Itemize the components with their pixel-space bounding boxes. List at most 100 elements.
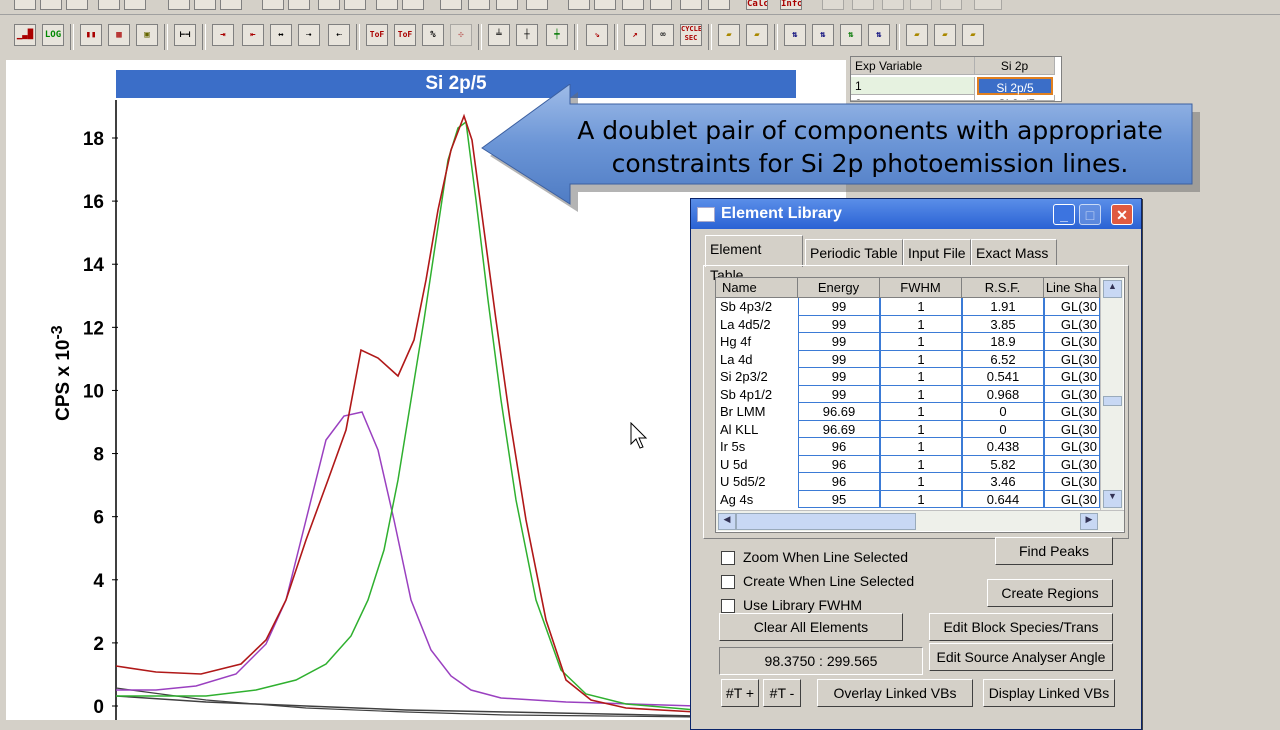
bars-icon[interactable]: ▮▮ [80, 24, 102, 46]
toolbar-icon[interactable] [568, 0, 590, 10]
grid-cell[interactable]: 0.438 [962, 438, 1044, 456]
checkbox-box[interactable] [721, 551, 735, 566]
scroll-thumb[interactable] [1103, 396, 1122, 406]
grid-cell[interactable]: GL(30 [1044, 298, 1100, 316]
dialog-titlebar[interactable]: Element Library _ □ ✕ [691, 199, 1141, 229]
grid-cell-name[interactable]: Br LMM [716, 403, 798, 421]
grid-cell[interactable]: GL(30 [1044, 473, 1100, 491]
grid-cell[interactable]: 99 [798, 385, 880, 403]
info-button[interactable]: Info [780, 0, 802, 10]
arrow-icon[interactable]: ⇘ [586, 24, 608, 46]
tof-cesa-button[interactable]: ToF [366, 24, 388, 46]
folder-save-icon[interactable]: ▰ [746, 24, 768, 46]
move-right-icon[interactable]: ⇢ [298, 24, 320, 46]
mark-icon[interactable]: ┼ [516, 24, 538, 46]
toolbar-icon[interactable]: ✣ [450, 24, 472, 46]
zoom-when-selected-checkbox[interactable]: Zoom When Line Selected [721, 547, 908, 567]
toolbar-icon[interactable] [402, 0, 424, 10]
tab-element-table[interactable]: Element Table [705, 235, 803, 283]
grid-cell[interactable]: 95 [798, 490, 880, 508]
grid-cell[interactable]: 1 [880, 420, 962, 438]
marker-icon[interactable]: ┿ [546, 24, 568, 46]
grid-cell[interactable]: 0 [962, 420, 1044, 438]
shift-right-icon[interactable]: ⇥ [212, 24, 234, 46]
maximize-icon[interactable]: □ [1079, 204, 1101, 225]
grid-cell[interactable]: 96 [798, 473, 880, 491]
grid-cell[interactable]: 1 [880, 438, 962, 456]
calc-button[interactable]: Calc [746, 0, 768, 10]
folder-icon[interactable]: ▰ [906, 24, 928, 46]
element-grid[interactable]: Name Energy FWHM R.S.F. Line Sha Sb 4p3/… [715, 277, 1125, 533]
col-header-rsf[interactable]: R.S.F. [962, 278, 1044, 298]
toolbar-icon[interactable] [124, 0, 146, 10]
toolbar-icon[interactable] [220, 0, 242, 10]
grid-cell[interactable]: 3.85 [962, 315, 1044, 333]
col-header-line-shape[interactable]: Line Sha [1044, 278, 1100, 298]
grid-cell[interactable]: 1 [880, 350, 962, 368]
toolbar-icon[interactable] [650, 0, 672, 10]
toolbar-icon[interactable] [974, 0, 1002, 10]
grid-cell[interactable]: GL(30 [1044, 385, 1100, 403]
grid-cell[interactable]: 99 [798, 368, 880, 386]
use-library-fwhm-checkbox[interactable]: Use Library FWHM [721, 595, 862, 615]
toolbar-icon[interactable] [910, 0, 932, 10]
find-peaks-button[interactable]: Find Peaks [995, 537, 1113, 565]
expand-icon[interactable]: ↔ [270, 24, 292, 46]
toolbar-icon[interactable] [66, 0, 88, 10]
toolbar-icon[interactable] [708, 0, 730, 10]
toolbar-icon[interactable] [194, 0, 216, 10]
cycle-sec-button[interactable]: CYCLE SEC [680, 24, 702, 46]
col-header-fwhm[interactable]: FWHM [880, 278, 962, 298]
grid-cell[interactable]: GL(30 [1044, 455, 1100, 473]
create-when-selected-checkbox[interactable]: Create When Line Selected [721, 571, 914, 591]
toolbar-icon[interactable] [680, 0, 702, 10]
grid-cell[interactable]: 1 [880, 298, 962, 316]
grid-cell[interactable]: 96 [798, 455, 880, 473]
grid-cell-name[interactable]: Al KLL [716, 421, 798, 439]
grid-cell[interactable]: 1 [880, 368, 962, 386]
folder-open-icon[interactable]: ▰ [718, 24, 740, 46]
toolbar-icon[interactable] [14, 0, 36, 10]
grid-cell[interactable]: 18.9 [962, 333, 1044, 351]
toolbar-icon[interactable]: ⇅ [784, 24, 806, 46]
toolbar-icon[interactable]: ⇅ [812, 24, 834, 46]
checkbox-box[interactable] [721, 599, 735, 614]
toolbar-icon[interactable] [318, 0, 340, 10]
col-header-name[interactable]: Name [716, 278, 798, 298]
grid-cell[interactable]: 1 [880, 333, 962, 351]
range-icon[interactable]: ⊢⊣ [174, 24, 196, 46]
toolbar-icon[interactable]: ⇅ [868, 24, 890, 46]
frame-icon[interactable]: ▣ [136, 24, 158, 46]
vertical-scrollbar[interactable]: ▲ ▼ [1100, 278, 1123, 510]
grid-cell[interactable]: GL(30 [1044, 333, 1100, 351]
grid-icon[interactable]: ▦ [108, 24, 130, 46]
grid-cell[interactable]: 6.52 [962, 350, 1044, 368]
grid-cell-name[interactable]: U 5d [716, 456, 798, 474]
folder-icon[interactable]: ▰ [934, 24, 956, 46]
toolbar-icon[interactable] [440, 0, 462, 10]
grid-cell[interactable]: 0.541 [962, 368, 1044, 386]
create-regions-button[interactable]: Create Regions [987, 579, 1113, 607]
grid-cell[interactable]: 99 [798, 315, 880, 333]
spectrum-icon[interactable]: ▁▃█ [14, 24, 36, 46]
edit-block-species-button[interactable]: Edit Block Species/Trans [929, 613, 1113, 641]
grid-cell-name[interactable]: Ag 4s [716, 491, 798, 509]
grid-cell[interactable]: 99 [798, 333, 880, 351]
scroll-left-icon[interactable]: ◀ [718, 513, 736, 530]
t-minus-button[interactable]: #T - [763, 679, 801, 707]
grid-cell[interactable]: 1 [880, 315, 962, 333]
toolbar-icon[interactable] [822, 0, 844, 10]
peak-icon[interactable]: ╧ [488, 24, 510, 46]
grid-cell[interactable]: 96.69 [798, 420, 880, 438]
grid-cell-name[interactable]: Si 2p3/2 [716, 368, 798, 386]
grid-cell[interactable]: GL(30 [1044, 368, 1100, 386]
toolbar-icon[interactable] [594, 0, 616, 10]
toolbar-icon[interactable] [262, 0, 284, 10]
chart-icon[interactable]: ↗ [624, 24, 646, 46]
grid-cell[interactable]: 1 [880, 473, 962, 491]
grid-cell[interactable]: 96.69 [798, 403, 880, 421]
horizontal-scrollbar[interactable]: ◀ ▶ [716, 510, 1124, 531]
toolbar-icon[interactable] [622, 0, 644, 10]
toolbar-icon[interactable] [526, 0, 548, 10]
toolbar-icon[interactable] [882, 0, 904, 10]
